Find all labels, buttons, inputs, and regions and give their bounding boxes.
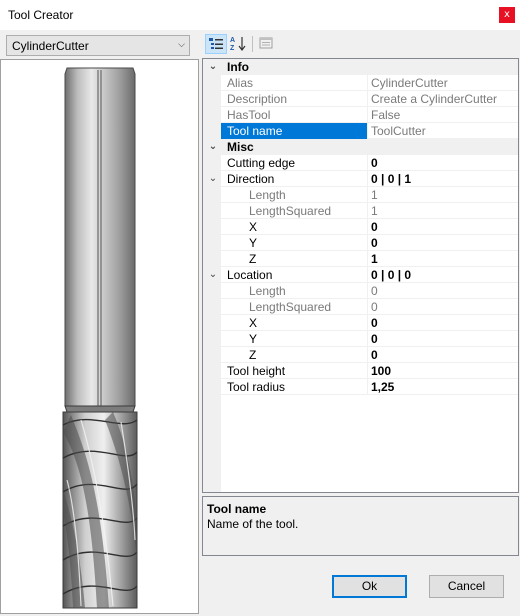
expand-toggle-icon[interactable]: ⌄ bbox=[207, 267, 219, 283]
cancel-button[interactable]: Cancel bbox=[429, 575, 504, 598]
tool-type-value: CylinderCutter bbox=[12, 39, 89, 53]
property-value: Create a CylinderCutter bbox=[367, 91, 517, 107]
help-title: Tool name bbox=[207, 502, 267, 516]
property-value[interactable]: 0 | 0 | 1 bbox=[367, 171, 517, 187]
grid-property-row[interactable]: ⌄ Location 0 | 0 | 0 bbox=[209, 267, 518, 283]
expand-toggle-icon[interactable]: ⌄ bbox=[207, 59, 219, 75]
grid-property-row[interactable]: Tool height 100 bbox=[221, 363, 518, 379]
property-value[interactable]: 0 bbox=[367, 155, 517, 171]
grid-property-row[interactable]: X0 bbox=[221, 315, 518, 331]
category-label: Misc bbox=[227, 140, 254, 154]
property-value[interactable]: 1,25 bbox=[367, 379, 517, 395]
property-name: LengthSquared bbox=[249, 204, 332, 218]
property-name: Alias bbox=[227, 76, 254, 90]
property-value[interactable]: 1 bbox=[367, 251, 517, 267]
property-value: False bbox=[367, 107, 517, 123]
grid-property-row[interactable]: HasTool False bbox=[221, 107, 518, 123]
property-name: Direction bbox=[227, 172, 275, 186]
toolbar-separator bbox=[252, 36, 253, 52]
property-pages-button[interactable] bbox=[256, 34, 278, 54]
close-button[interactable]: x bbox=[499, 7, 515, 23]
property-value[interactable]: 0 bbox=[367, 235, 517, 251]
property-name: Length bbox=[249, 188, 286, 202]
property-name: X bbox=[249, 220, 258, 234]
property-name: Tool name bbox=[221, 123, 367, 139]
property-value: 1 bbox=[367, 187, 517, 203]
help-pane: Tool name Name of the tool. bbox=[202, 496, 519, 556]
grid-property-row[interactable]: X0 bbox=[221, 219, 518, 235]
grid-property-row[interactable]: Tool radius 1,25 bbox=[221, 379, 518, 395]
expand-toggle-icon[interactable]: ⌄ bbox=[207, 171, 219, 187]
property-value[interactable]: 0 bbox=[367, 219, 517, 235]
grid-property-row[interactable]: Y0 bbox=[221, 235, 518, 251]
property-value[interactable]: 0 bbox=[367, 347, 517, 363]
property-name: Tool radius bbox=[227, 380, 286, 394]
grid-property-row[interactable]: ⌄ Direction 0 | 0 | 1 bbox=[209, 171, 518, 187]
property-name: Length bbox=[249, 284, 286, 298]
grid-property-row[interactable]: Length 0 bbox=[221, 283, 518, 299]
property-name: Location bbox=[227, 268, 273, 282]
window-title: Tool Creator bbox=[8, 8, 74, 22]
property-value[interactable]: 0 bbox=[367, 331, 517, 347]
category-label: Info bbox=[227, 60, 249, 74]
property-name: X bbox=[249, 316, 258, 330]
title-bar: Tool Creator x bbox=[0, 0, 520, 30]
property-pages-icon bbox=[259, 37, 273, 49]
property-name: Cutting edge bbox=[227, 156, 296, 170]
property-grid[interactable]: ⌄ Info Alias CylinderCutter Description Creat… bbox=[202, 58, 519, 493]
property-value: 1 bbox=[367, 203, 517, 219]
sort-az-icon: A Z bbox=[230, 37, 246, 52]
grid-property-row[interactable]: LengthSquared 0 bbox=[221, 299, 518, 315]
tool-type-dropdown[interactable]: CylinderCutter ⌵ bbox=[6, 35, 190, 56]
property-name: Z bbox=[249, 348, 257, 362]
property-value[interactable]: 100 bbox=[367, 363, 517, 379]
categorized-view-button[interactable] bbox=[205, 34, 227, 54]
property-name: LengthSquared bbox=[249, 300, 332, 314]
expand-toggle-icon[interactable]: ⌄ bbox=[207, 139, 219, 155]
alphabetical-view-button[interactable]: A Z bbox=[228, 34, 250, 54]
grid-property-row[interactable]: Z1 bbox=[221, 251, 518, 267]
categorized-icon bbox=[209, 38, 223, 49]
grid-property-row[interactable]: Cutting edge 0 bbox=[221, 155, 518, 171]
property-name: Description bbox=[227, 92, 288, 106]
property-value: 0 bbox=[367, 283, 517, 299]
property-value[interactable]: 0 bbox=[367, 315, 517, 331]
ok-button[interactable]: Ok bbox=[332, 575, 407, 598]
property-value: CylinderCutter bbox=[367, 75, 517, 91]
grid-property-row[interactable]: Tool name ToolCutter bbox=[221, 123, 518, 139]
property-value: 0 bbox=[367, 299, 517, 315]
property-name: Y bbox=[249, 332, 258, 346]
chevron-down-icon: ⌵ bbox=[178, 39, 185, 49]
property-name: Z bbox=[249, 252, 257, 266]
help-description: Name of the tool. bbox=[207, 517, 299, 531]
grid-property-row[interactable]: Alias CylinderCutter bbox=[221, 75, 518, 91]
grid-property-row[interactable]: Z0 bbox=[221, 347, 518, 363]
property-name: Y bbox=[249, 236, 258, 250]
property-name: Tool height bbox=[227, 364, 286, 378]
grid-category-row[interactable]: ⌄ Info bbox=[209, 59, 518, 75]
grid-property-row[interactable]: Description Create a CylinderCutter bbox=[221, 91, 518, 107]
grid-category-row[interactable]: ⌄ Misc bbox=[209, 139, 518, 155]
end-mill-illustration bbox=[62, 67, 138, 609]
grid-property-row[interactable]: Y0 bbox=[221, 331, 518, 347]
svg-text:Z: Z bbox=[230, 45, 235, 52]
grid-property-row[interactable]: Length 1 bbox=[221, 187, 518, 203]
tool-preview bbox=[0, 59, 199, 614]
property-value[interactable]: 0 | 0 | 0 bbox=[367, 267, 517, 283]
property-value: ToolCutter bbox=[367, 123, 517, 139]
svg-text:A: A bbox=[230, 37, 235, 44]
property-name: HasTool bbox=[227, 108, 271, 122]
grid-property-row[interactable]: LengthSquared 1 bbox=[221, 203, 518, 219]
